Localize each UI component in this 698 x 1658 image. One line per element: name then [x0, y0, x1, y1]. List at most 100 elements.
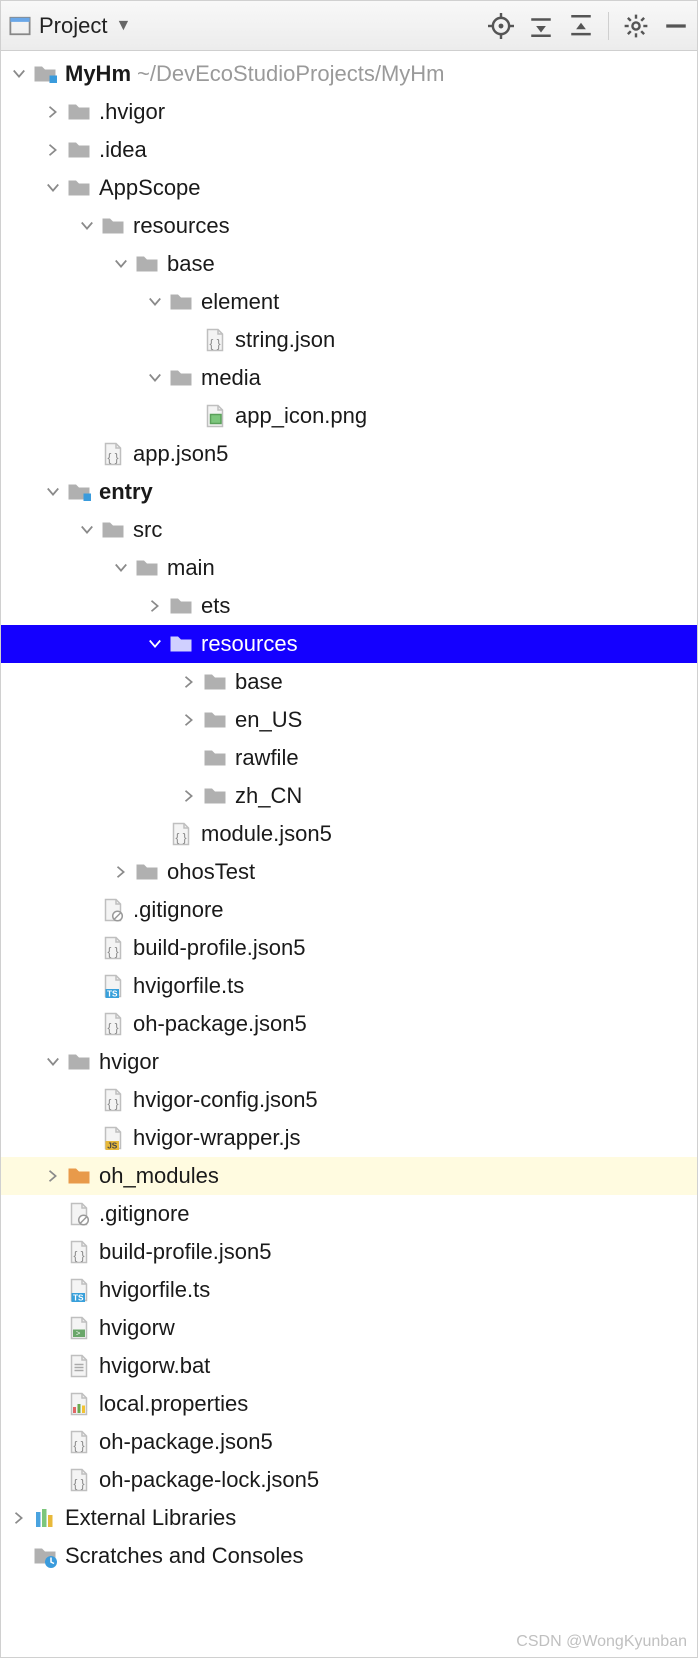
- tree-item-hvigorfile-ts1[interactable]: hvigorfile.ts: [1, 967, 697, 1005]
- chevron-right-icon[interactable]: [41, 105, 65, 119]
- tree-item-zh-cn[interactable]: zh_CN: [1, 777, 697, 815]
- tree-item-external-libraries[interactable]: External Libraries: [1, 1499, 697, 1537]
- chevron-down-icon[interactable]: [75, 523, 99, 537]
- chevron-right-icon[interactable]: [41, 1169, 65, 1183]
- chevron-down-icon[interactable]: [109, 561, 133, 575]
- folder-icon: [65, 1162, 93, 1190]
- chevron-down-icon[interactable]: [7, 67, 31, 81]
- tree-label: Scratches and Consoles: [65, 1543, 303, 1569]
- chevron-right-icon[interactable]: [7, 1511, 31, 1525]
- tree-item-ohostest[interactable]: ohosTest: [1, 853, 697, 891]
- tree-item-resources[interactable]: resources: [1, 207, 697, 245]
- tree-item-local-properties[interactable]: local.properties: [1, 1385, 697, 1423]
- tree-item-media[interactable]: media: [1, 359, 697, 397]
- tree-item-build-profile2[interactable]: build-profile.json5: [1, 1233, 697, 1271]
- chevron-down-icon[interactable]: [41, 181, 65, 195]
- folder-icon: [133, 250, 161, 278]
- tree-item-element[interactable]: element: [1, 283, 697, 321]
- tree-label: rawfile: [235, 745, 299, 771]
- tree-item-ets[interactable]: ets: [1, 587, 697, 625]
- tree-item-oh-package-lock[interactable]: oh-package-lock.json5: [1, 1461, 697, 1499]
- tree-item-main[interactable]: main: [1, 549, 697, 587]
- tree-item-gitignore1[interactable]: .gitignore: [1, 891, 697, 929]
- tree-item-hvigorw-bat[interactable]: hvigorw.bat: [1, 1347, 697, 1385]
- ts-file-icon: [65, 1276, 93, 1304]
- chevron-right-icon[interactable]: [109, 865, 133, 879]
- tree-item-hvigor-dot[interactable]: .hvigor: [1, 93, 697, 131]
- folder-icon: [65, 136, 93, 164]
- tree-label: src: [133, 517, 162, 543]
- tree-item-rawfile[interactable]: rawfile: [1, 739, 697, 777]
- tree-item-idea[interactable]: .idea: [1, 131, 697, 169]
- tree-item-base2[interactable]: base: [1, 663, 697, 701]
- tree-label: main: [167, 555, 215, 581]
- tree-item-oh-modules[interactable]: oh_modules: [1, 1157, 697, 1195]
- tree-item-app-json5[interactable]: app.json5: [1, 435, 697, 473]
- chevron-down-icon: ▼: [115, 17, 131, 35]
- tree-label: AppScope: [99, 175, 201, 201]
- json-file-icon: [99, 934, 127, 962]
- chevron-down-icon[interactable]: [143, 637, 167, 651]
- tree-label: MyHm: [65, 61, 131, 87]
- tree-item-hvigorfile-ts2[interactable]: hvigorfile.ts: [1, 1271, 697, 1309]
- expand-all-button[interactable]: [528, 13, 554, 39]
- tree-item-src[interactable]: src: [1, 511, 697, 549]
- json-file-icon: [201, 326, 229, 354]
- settings-button[interactable]: [623, 13, 649, 39]
- tree-item-build-profile1[interactable]: build-profile.json5: [1, 929, 697, 967]
- tree-item-appscope[interactable]: AppScope: [1, 169, 697, 207]
- tree-label: resources: [133, 213, 230, 239]
- scratches-icon: [31, 1542, 59, 1570]
- collapse-all-button[interactable]: [568, 13, 594, 39]
- project-toolbar: Project ▼: [1, 1, 697, 51]
- chevron-right-icon[interactable]: [177, 713, 201, 727]
- tree-item-base[interactable]: base: [1, 245, 697, 283]
- tree-label: hvigor-wrapper.js: [133, 1125, 301, 1151]
- tree-item-hvigorw[interactable]: hvigorw: [1, 1309, 697, 1347]
- chevron-down-icon[interactable]: [143, 295, 167, 309]
- folder-icon: [99, 516, 127, 544]
- tree-item-en-us[interactable]: en_US: [1, 701, 697, 739]
- locate-button[interactable]: [488, 13, 514, 39]
- chevron-down-icon[interactable]: [75, 219, 99, 233]
- properties-file-icon: [65, 1390, 93, 1418]
- tree-item-hvigor-config[interactable]: hvigor-config.json5: [1, 1081, 697, 1119]
- chevron-down-icon[interactable]: [143, 371, 167, 385]
- module-icon: [31, 60, 59, 88]
- tree-item-gitignore2[interactable]: .gitignore: [1, 1195, 697, 1233]
- tree-item-scratches[interactable]: Scratches and Consoles: [1, 1537, 697, 1575]
- chevron-right-icon[interactable]: [177, 789, 201, 803]
- tree-label: build-profile.json5: [99, 1239, 271, 1265]
- json-file-icon: [65, 1428, 93, 1456]
- folder-icon: [65, 1048, 93, 1076]
- chevron-down-icon[interactable]: [41, 1055, 65, 1069]
- chevron-right-icon[interactable]: [41, 143, 65, 157]
- tree-item-app-icon[interactable]: app_icon.png: [1, 397, 697, 435]
- tree-item-oh-package1[interactable]: oh-package.json5: [1, 1005, 697, 1043]
- tree-item-oh-package2[interactable]: oh-package.json5: [1, 1423, 697, 1461]
- folder-icon: [167, 288, 195, 316]
- tree-item-resources-selected[interactable]: resources: [1, 625, 697, 663]
- project-tree[interactable]: MyHm ~/DevEcoStudioProjects/MyHm .hvigor…: [1, 51, 697, 1575]
- chevron-down-icon[interactable]: [41, 485, 65, 499]
- json-file-icon: [99, 440, 127, 468]
- tree-label: .idea: [99, 137, 147, 163]
- tree-item-module-json5[interactable]: module.json5: [1, 815, 697, 853]
- tree-label: ohosTest: [167, 859, 255, 885]
- tree-item-string-json[interactable]: string.json: [1, 321, 697, 359]
- chevron-right-icon[interactable]: [177, 675, 201, 689]
- tree-item-entry[interactable]: entry: [1, 473, 697, 511]
- chevron-right-icon[interactable]: [143, 599, 167, 613]
- tree-label: base: [167, 251, 215, 277]
- tree-item-hvigor-folder[interactable]: hvigor: [1, 1043, 697, 1081]
- tree-label: local.properties: [99, 1391, 248, 1417]
- tree-hint: ~/DevEcoStudioProjects/MyHm: [137, 61, 445, 87]
- tree-item-root[interactable]: MyHm ~/DevEcoStudioProjects/MyHm: [1, 55, 697, 93]
- folder-icon: [201, 744, 229, 772]
- tree-label: oh-package.json5: [99, 1429, 273, 1455]
- tree-item-hvigor-wrapper[interactable]: hvigor-wrapper.js: [1, 1119, 697, 1157]
- folder-icon: [65, 98, 93, 126]
- minimize-button[interactable]: [663, 13, 689, 39]
- view-selector[interactable]: Project ▼: [9, 13, 131, 39]
- chevron-down-icon[interactable]: [109, 257, 133, 271]
